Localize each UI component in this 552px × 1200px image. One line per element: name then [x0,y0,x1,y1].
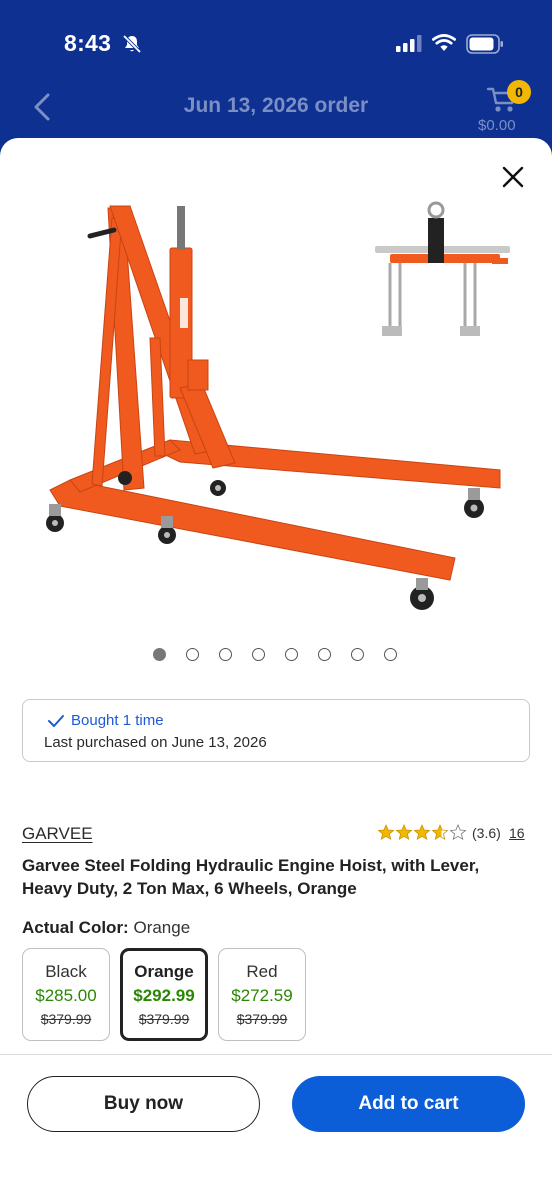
product-image[interactable] [30,188,520,628]
review-count-link[interactable]: 16 [509,825,525,841]
load-leveler-inset [375,201,510,336]
page-title: Jun 13, 2026 order [183,94,369,117]
page-dot[interactable] [186,648,199,661]
top-bar: 8:43 Jun 13, 2026 order 0 $0.00 [0,0,552,160]
page-dot[interactable] [351,648,364,661]
variant-name: Orange [134,962,194,981]
silent-bell-icon [122,34,142,54]
variant-price: $272.59 [231,986,293,1005]
status-bar: 8:43 [0,26,552,62]
divider [0,1054,552,1055]
bought-count: Bought 1 time [71,712,164,729]
wifi-icon [432,34,456,51]
page-dot[interactable] [219,648,232,661]
cart-count-badge: 0 [507,80,531,104]
variant-black[interactable]: Black $285.00 $379.99 [22,948,110,1041]
cellular-signal-icon [396,35,422,52]
product-sheet: Bought 1 time Last purchased on June 13,… [0,138,552,1200]
variant-red[interactable]: Red $272.59 $379.99 [218,948,306,1041]
star-rating-icon [378,824,466,840]
variant-price: $285.00 [35,986,97,1005]
last-purchased-date: Last purchased on June 13, 2026 [44,734,267,751]
page-dot[interactable] [384,648,397,661]
page-dot[interactable] [252,648,265,661]
variant-name: Red [246,962,278,981]
variant-orange[interactable]: Orange $292.99 $379.99 [120,948,208,1041]
checkmark-icon [48,715,64,727]
product-title: Garvee Steel Folding Hydraulic Engine Ho… [22,856,480,898]
cart-total: $0.00 [478,117,516,134]
variant-name: Black [45,962,87,981]
buy-now-button[interactable]: Buy now [27,1076,260,1132]
page-dot[interactable] [318,648,331,661]
nav-bar: Jun 13, 2026 order 0 $0.00 [0,80,552,134]
add-to-cart-button[interactable]: Add to cart [292,1076,525,1132]
actual-color: Actual Color: Orange [22,918,190,938]
status-time: 8:43 [64,30,112,56]
variant-price: $292.99 [133,986,195,1005]
battery-icon [466,34,503,54]
actual-color-value: Orange [133,918,191,937]
page-dot[interactable] [285,648,298,661]
variant-was-price: $379.99 [138,1011,190,1027]
actual-color-label: Actual Color: [22,918,129,937]
close-icon[interactable] [500,164,526,190]
image-pagination [0,648,552,664]
variant-was-price: $379.99 [236,1011,288,1027]
variant-was-price: $379.99 [40,1011,92,1027]
purchase-history-card: Bought 1 time Last purchased on June 13,… [22,699,530,762]
rating-value: (3.6) [472,825,501,841]
brand-link[interactable]: GARVEE [22,824,93,844]
page-dot[interactable] [153,648,166,661]
